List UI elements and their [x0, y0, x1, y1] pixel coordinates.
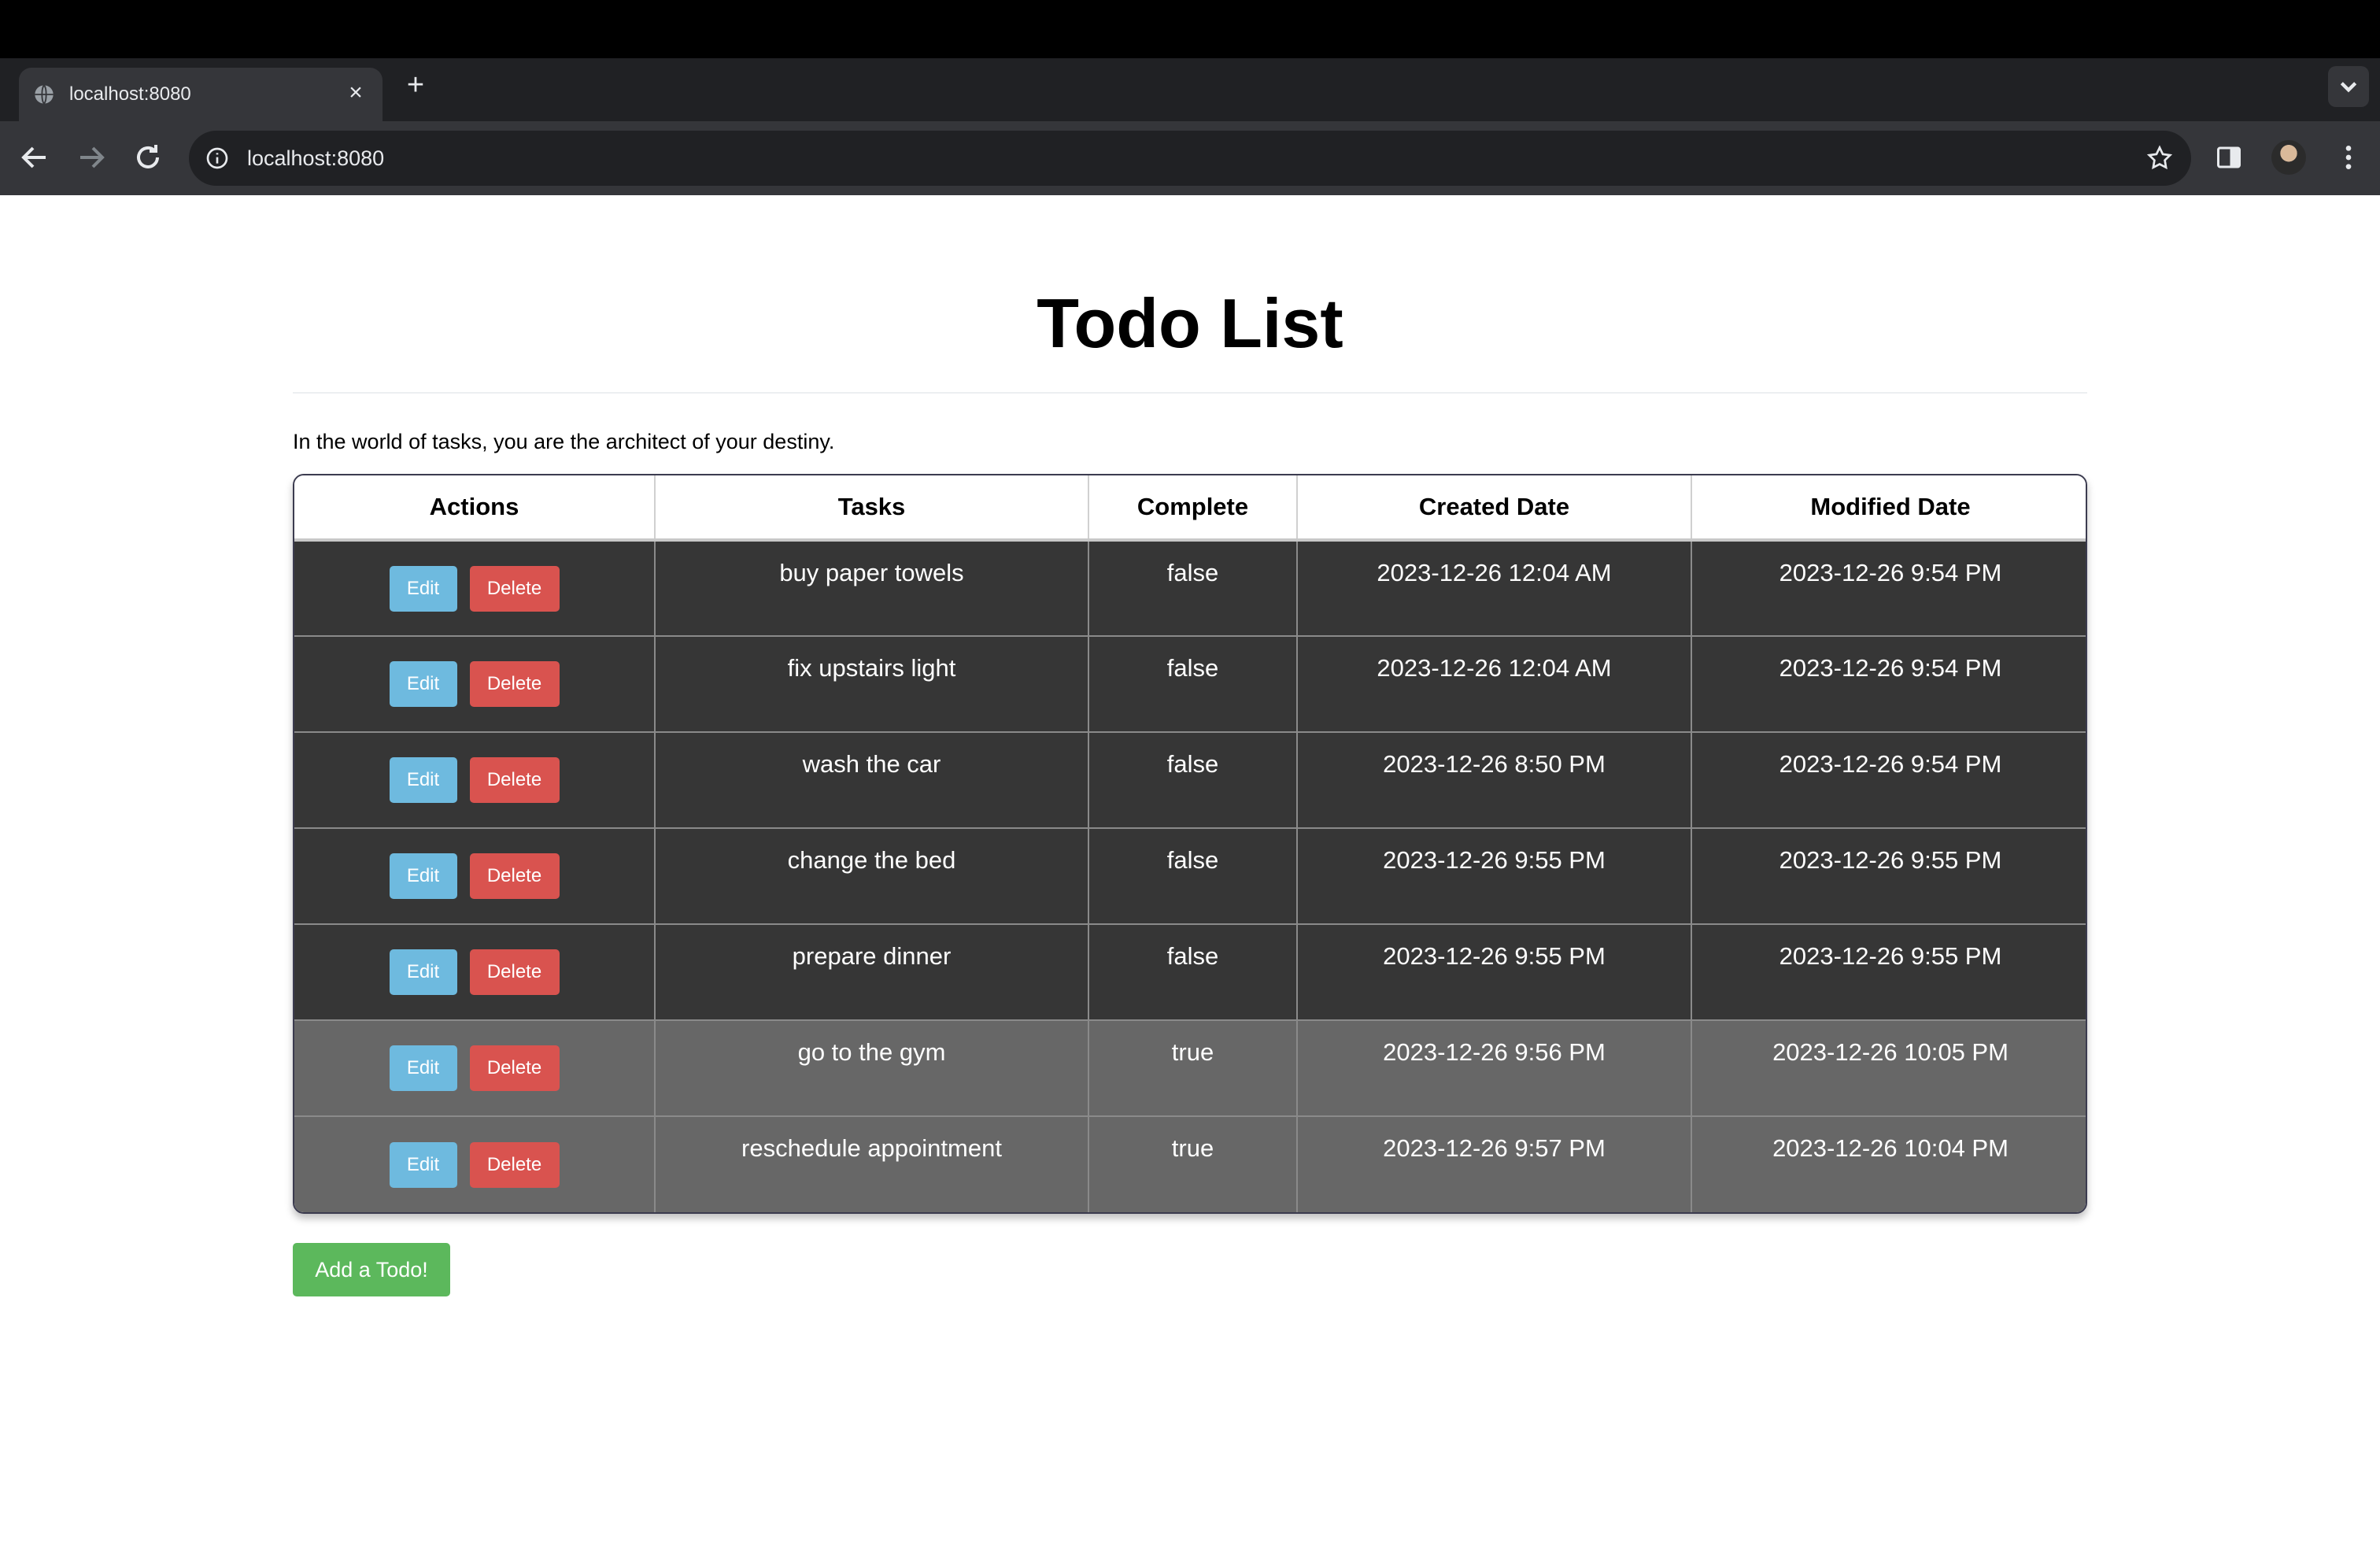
created-date-cell: 2023-12-26 12:04 AM	[1297, 540, 1692, 637]
modified-date-cell: 2023-12-26 9:54 PM	[1691, 636, 2086, 733]
table-row: Edit Delete wash the car false 2023-12-26…	[294, 732, 2086, 829]
delete-button[interactable]: Delete	[469, 661, 560, 707]
url-text[interactable]: localhost:8080	[247, 146, 384, 171]
delete-button[interactable]: Delete	[469, 565, 560, 612]
edit-button[interactable]: Edit	[389, 661, 457, 707]
header-modified-date: Modified Date	[1691, 475, 2086, 542]
header-tasks: Tasks	[655, 475, 1089, 542]
tab-search-button[interactable]	[2328, 66, 2369, 107]
actions-cell: Edit Delete	[294, 540, 656, 637]
task-cell: reschedule appointment	[655, 1116, 1089, 1212]
globe-icon	[35, 84, 54, 105]
complete-cell: true	[1088, 1020, 1298, 1117]
modified-date-cell: 2023-12-26 10:04 PM	[1691, 1116, 2086, 1212]
delete-button[interactable]: Delete	[469, 1141, 560, 1188]
complete-cell: false	[1088, 828, 1298, 925]
complete-cell: false	[1088, 732, 1298, 829]
created-date-cell: 2023-12-26 8:50 PM	[1297, 732, 1692, 829]
tab-strip: localhost:8080 × +	[0, 58, 2380, 121]
table-row: Edit Delete fix upstairs light false 2023…	[294, 636, 2086, 733]
divider	[293, 392, 2087, 394]
window-top-bar	[0, 0, 2380, 58]
page-title: Todo List	[1037, 284, 1343, 362]
modified-date-cell: 2023-12-26 9:55 PM	[1691, 924, 2086, 1021]
actions-cell: Edit Delete	[294, 1020, 656, 1117]
table-row: Edit Delete buy paper towels false 2023-1…	[294, 540, 2086, 637]
created-date-cell: 2023-12-26 9:55 PM	[1297, 828, 1692, 925]
reload-icon[interactable]	[129, 139, 167, 176]
todo-table: Actions Tasks Complete Created Date Modi…	[293, 474, 2087, 1214]
created-date-cell: 2023-12-26 9:57 PM	[1297, 1116, 1692, 1212]
task-cell: fix upstairs light	[655, 636, 1089, 733]
task-cell: wash the car	[655, 732, 1089, 829]
task-cell: go to the gym	[655, 1020, 1089, 1117]
actions-cell: Edit Delete	[294, 1116, 656, 1212]
edit-button[interactable]: Edit	[389, 1141, 457, 1188]
tab-title: localhost:8080	[69, 83, 191, 105]
modified-date-cell: 2023-12-26 9:54 PM	[1691, 732, 2086, 829]
complete-cell: false	[1088, 924, 1298, 1021]
header-complete: Complete	[1088, 475, 1298, 542]
modified-date-cell: 2023-12-26 9:54 PM	[1691, 540, 2086, 637]
address-bar[interactable]: localhost:8080	[189, 131, 2191, 186]
plus-icon[interactable]: +	[400, 69, 431, 101]
side-panel-icon[interactable]	[2215, 143, 2243, 172]
edit-button[interactable]: Edit	[389, 1045, 457, 1091]
delete-button[interactable]: Delete	[469, 949, 560, 995]
back-arrow-icon[interactable]	[16, 139, 54, 176]
actions-cell: Edit Delete	[294, 828, 656, 925]
browser-tab[interactable]: localhost:8080 ×	[19, 68, 382, 121]
close-icon[interactable]: ×	[342, 79, 370, 107]
table-row: Edit Delete reschedule appointment true 2…	[294, 1116, 2086, 1212]
header-actions: Actions	[294, 475, 656, 542]
table-row: Edit Delete prepare dinner false 2023-12-…	[294, 924, 2086, 1021]
complete-cell: false	[1088, 636, 1298, 733]
task-cell: buy paper towels	[655, 540, 1089, 637]
edit-button[interactable]: Edit	[389, 853, 457, 899]
edit-button[interactable]: Edit	[389, 565, 457, 612]
delete-button[interactable]: Delete	[469, 853, 560, 899]
actions-cell: Edit Delete	[294, 924, 656, 1021]
forward-arrow-icon[interactable]	[72, 139, 110, 176]
edit-button[interactable]: Edit	[389, 949, 457, 995]
actions-cell: Edit Delete	[294, 636, 656, 733]
table-row: Edit Delete go to the gym true 2023-12-26…	[294, 1020, 2086, 1117]
modified-date-cell: 2023-12-26 10:05 PM	[1691, 1020, 2086, 1117]
star-icon[interactable]	[2145, 144, 2174, 172]
kebab-menu-icon[interactable]	[2333, 142, 2364, 173]
chevron-down-icon	[2340, 82, 2357, 93]
avatar[interactable]	[2271, 140, 2306, 175]
complete-cell: false	[1088, 540, 1298, 637]
task-cell: prepare dinner	[655, 924, 1089, 1021]
modified-date-cell: 2023-12-26 9:55 PM	[1691, 828, 2086, 925]
complete-cell: true	[1088, 1116, 1298, 1212]
info-icon[interactable]	[205, 146, 230, 171]
delete-button[interactable]: Delete	[469, 757, 560, 803]
created-date-cell: 2023-12-26 9:56 PM	[1297, 1020, 1692, 1117]
table-header-row: Actions Tasks Complete Created Date Modi…	[294, 475, 2086, 542]
browser-toolbar: localhost:8080	[0, 121, 2380, 195]
table-row: Edit Delete change the bed false 2023-12-…	[294, 828, 2086, 925]
add-todo-button[interactable]: Add a Todo!	[293, 1243, 450, 1296]
created-date-cell: 2023-12-26 9:55 PM	[1297, 924, 1692, 1021]
edit-button[interactable]: Edit	[389, 757, 457, 803]
header-created-date: Created Date	[1297, 475, 1692, 542]
task-cell: change the bed	[655, 828, 1089, 925]
created-date-cell: 2023-12-26 12:04 AM	[1297, 636, 1692, 733]
table-body: Edit Delete buy paper towels false 2023-1…	[294, 540, 2086, 1212]
delete-button[interactable]: Delete	[469, 1045, 560, 1091]
actions-cell: Edit Delete	[294, 732, 656, 829]
tagline: In the world of tasks, you are the archi…	[293, 430, 835, 453]
